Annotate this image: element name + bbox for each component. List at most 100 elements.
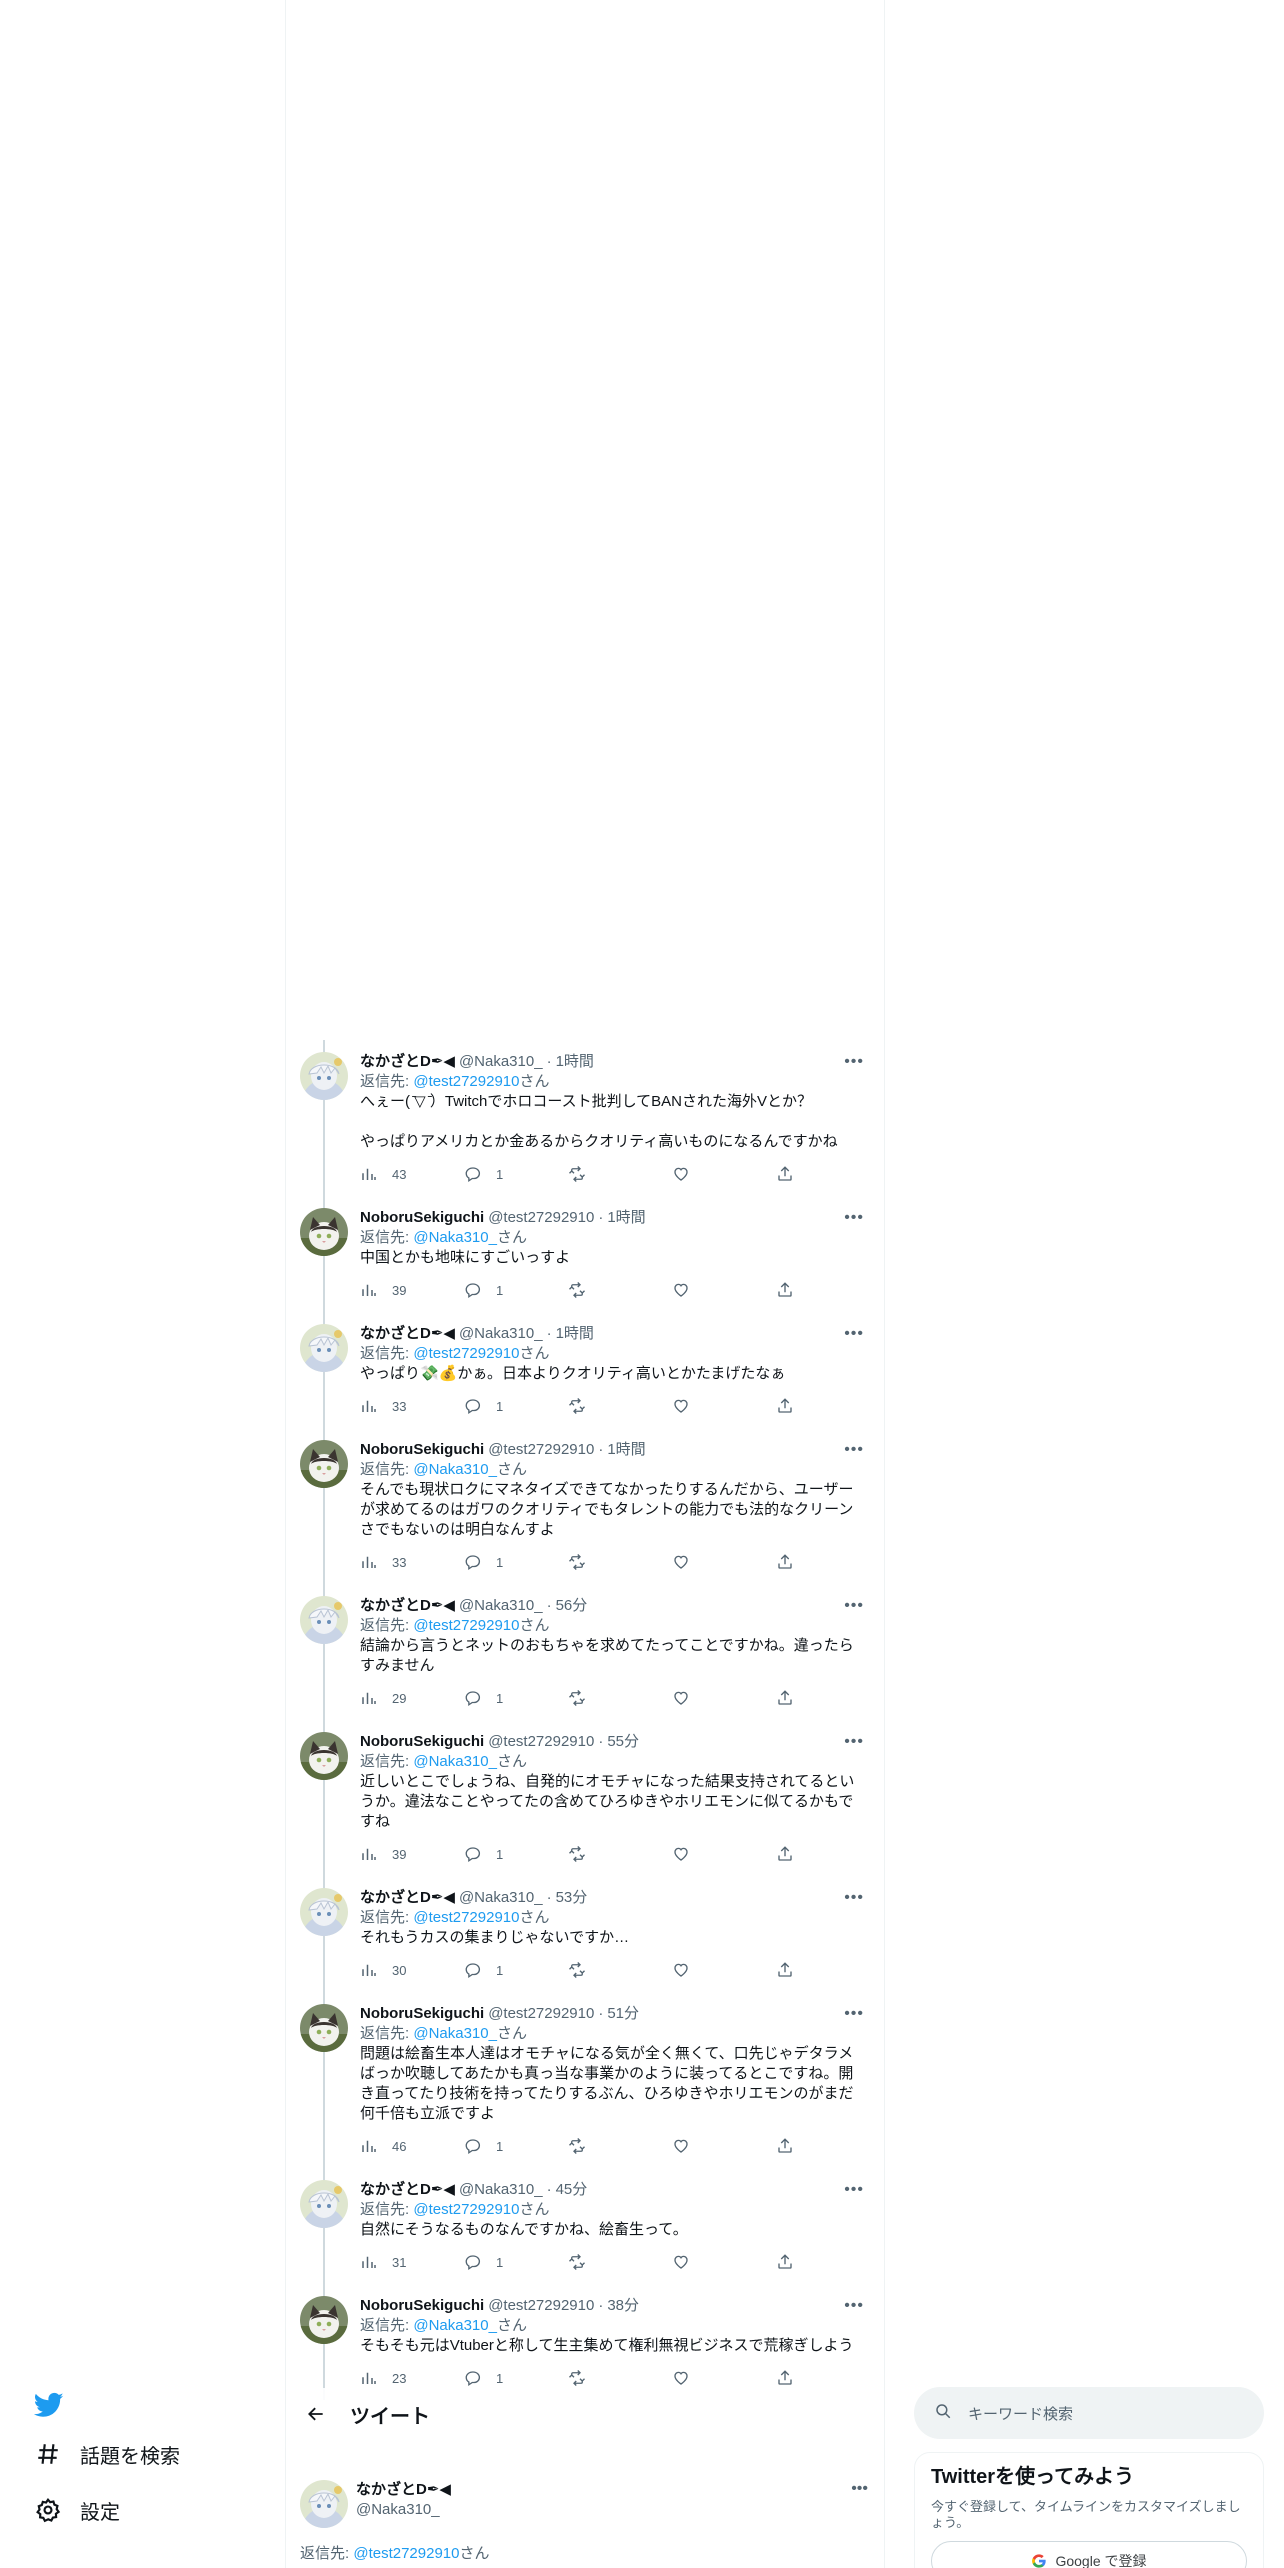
handle[interactable]: @Naka310_ [459,1324,543,1344]
handle[interactable]: @test27292910 [488,1732,594,1752]
views-button[interactable]: 33 [360,1553,464,1571]
tweet[interactable]: NoboruSekiguchi @test27292910 · 55分 ••• 返信先: … [286,1720,884,1876]
reply-button[interactable]: 1 [464,1689,568,1707]
tweet[interactable]: NoboruSekiguchi @test27292910 · 1時間 ••• 返信先: … [286,1428,884,1584]
retweet-button[interactable] [568,1281,672,1299]
timestamp[interactable]: 1時間 [607,1208,645,1228]
avatar[interactable] [300,1324,348,1372]
retweet-button[interactable] [568,2369,672,2387]
views-button[interactable]: 43 [360,1165,464,1183]
reply-to-link[interactable]: @test27292910 [413,1909,519,1926]
views-button[interactable]: 39 [360,1281,464,1299]
retweet-button[interactable] [568,1689,672,1707]
share-button[interactable] [776,2253,808,2271]
reply-button[interactable]: 1 [464,2369,568,2387]
handle[interactable]: @test27292910 [488,1208,594,1228]
share-button[interactable] [776,1689,808,1707]
display-name[interactable]: なかざとD✒◀ [360,1596,455,1616]
retweet-button[interactable] [568,2137,672,2155]
handle[interactable]: @Naka310_ [459,2180,543,2200]
tweet[interactable]: なかざとD✒◀ @Naka310_ · 53分 ••• 返信先: @test2729291… [286,1876,884,1992]
views-button[interactable]: 33 [360,1397,464,1415]
main-tweet-handle[interactable]: @Naka310_ [356,2500,451,2520]
tweet[interactable]: NoboruSekiguchi @test27292910 · 51分 ••• 返信先: … [286,1992,884,2168]
share-button[interactable] [776,1281,808,1299]
avatar[interactable] [300,2480,348,2528]
nav-item-explore[interactable]: 話題を検索 [34,2434,180,2474]
handle[interactable]: @Naka310_ [459,1888,543,1908]
more-icon[interactable]: ••• [840,2180,868,2200]
like-button[interactable] [672,1845,776,1863]
avatar[interactable] [300,1052,348,1100]
more-icon[interactable]: ••• [840,1324,868,1344]
avatar[interactable] [300,1888,348,1936]
share-button[interactable] [776,1165,808,1183]
handle[interactable]: @test27292910 [488,2296,594,2316]
display-name[interactable]: NoboruSekiguchi [360,2296,484,2316]
retweet-button[interactable] [568,1845,672,1863]
avatar[interactable] [300,1208,348,1256]
views-button[interactable]: 30 [360,1961,464,1979]
reply-button[interactable]: 1 [464,1397,568,1415]
tweet[interactable]: なかざとD✒◀ @Naka310_ · 1時間 ••• 返信先: @test2729291… [286,1312,884,1428]
more-icon[interactable]: ••• [840,2004,868,2024]
like-button[interactable] [672,1961,776,1979]
retweet-button[interactable] [568,1553,672,1571]
views-button[interactable]: 29 [360,1689,464,1707]
reply-to-link[interactable]: @Naka310_ [413,2025,497,2042]
more-icon[interactable]: ••• [840,1208,868,1228]
display-name[interactable]: NoboruSekiguchi [360,1732,484,1752]
like-button[interactable] [672,1281,776,1299]
display-name[interactable]: なかざとD✒◀ [360,1888,455,1908]
timestamp[interactable]: 51分 [607,2004,639,2024]
search-input[interactable]: キーワード検索 [914,2387,1264,2439]
avatar[interactable] [300,1440,348,1488]
tweet[interactable]: NoboruSekiguchi @test27292910 · 1時間 ••• 返信先: … [286,1196,884,1312]
handle[interactable]: @Naka310_ [459,1052,543,1072]
display-name[interactable]: なかざとD✒◀ [360,1324,455,1344]
display-name[interactable]: NoboruSekiguchi [360,1208,484,1228]
handle[interactable]: @test27292910 [488,1440,594,1460]
like-button[interactable] [672,1165,776,1183]
google-signup-button[interactable]: Google で登録 [931,2541,1247,2568]
timestamp[interactable]: 55分 [607,1732,639,1752]
like-button[interactable] [672,1397,776,1415]
nav-item-settings[interactable]: 設定 [34,2490,120,2530]
timestamp[interactable]: 53分 [556,1888,588,1908]
handle[interactable]: @test27292910 [488,2004,594,2024]
avatar[interactable] [300,2180,348,2228]
reply-button[interactable]: 1 [464,1961,568,1979]
more-icon[interactable]: ••• [840,1052,868,1072]
reply-to-link[interactable]: @Naka310_ [413,1229,497,1246]
tweet[interactable]: なかざとD✒◀ @Naka310_ · 1時間 ••• 返信先: @test2729291… [286,1040,884,1196]
like-button[interactable] [672,1689,776,1707]
reply-button[interactable]: 1 [464,2137,568,2155]
reply-button[interactable]: 1 [464,1281,568,1299]
views-button[interactable]: 46 [360,2137,464,2155]
share-button[interactable] [776,2137,808,2155]
timestamp[interactable]: 1時間 [556,1324,594,1344]
retweet-button[interactable] [568,2253,672,2271]
reply-to-link[interactable]: @test27292910 [413,1617,519,1634]
more-icon[interactable]: ••• [840,1440,868,1460]
timestamp[interactable]: 1時間 [607,1440,645,1460]
share-button[interactable] [776,1397,808,1415]
views-button[interactable]: 39 [360,1845,464,1863]
share-button[interactable] [776,1961,808,1979]
display-name[interactable]: なかざとD✒◀ [360,2180,455,2200]
reply-button[interactable]: 1 [464,1553,568,1571]
reply-to-link[interactable]: @test27292910 [413,1345,519,1362]
reply-to-link[interactable]: @Naka310_ [413,2317,497,2334]
tweet[interactable]: なかざとD✒◀ @Naka310_ · 56分 ••• 返信先: @test2729291… [286,1584,884,1720]
avatar[interactable] [300,2296,348,2344]
share-button[interactable] [776,1553,808,1571]
views-button[interactable]: 23 [360,2369,464,2387]
reply-button[interactable]: 1 [464,1165,568,1183]
reply-button[interactable]: 1 [464,2253,568,2271]
avatar[interactable] [300,1596,348,1644]
more-icon[interactable]: ••• [840,1596,868,1616]
tweet[interactable]: NoboruSekiguchi @test27292910 · 38分 ••• 返信先: … [286,2284,884,2400]
reply-to-link[interactable]: @test27292910 [353,2545,459,2562]
display-name[interactable]: なかざとD✒◀ [360,1052,455,1072]
more-icon[interactable]: ••• [840,2296,868,2316]
